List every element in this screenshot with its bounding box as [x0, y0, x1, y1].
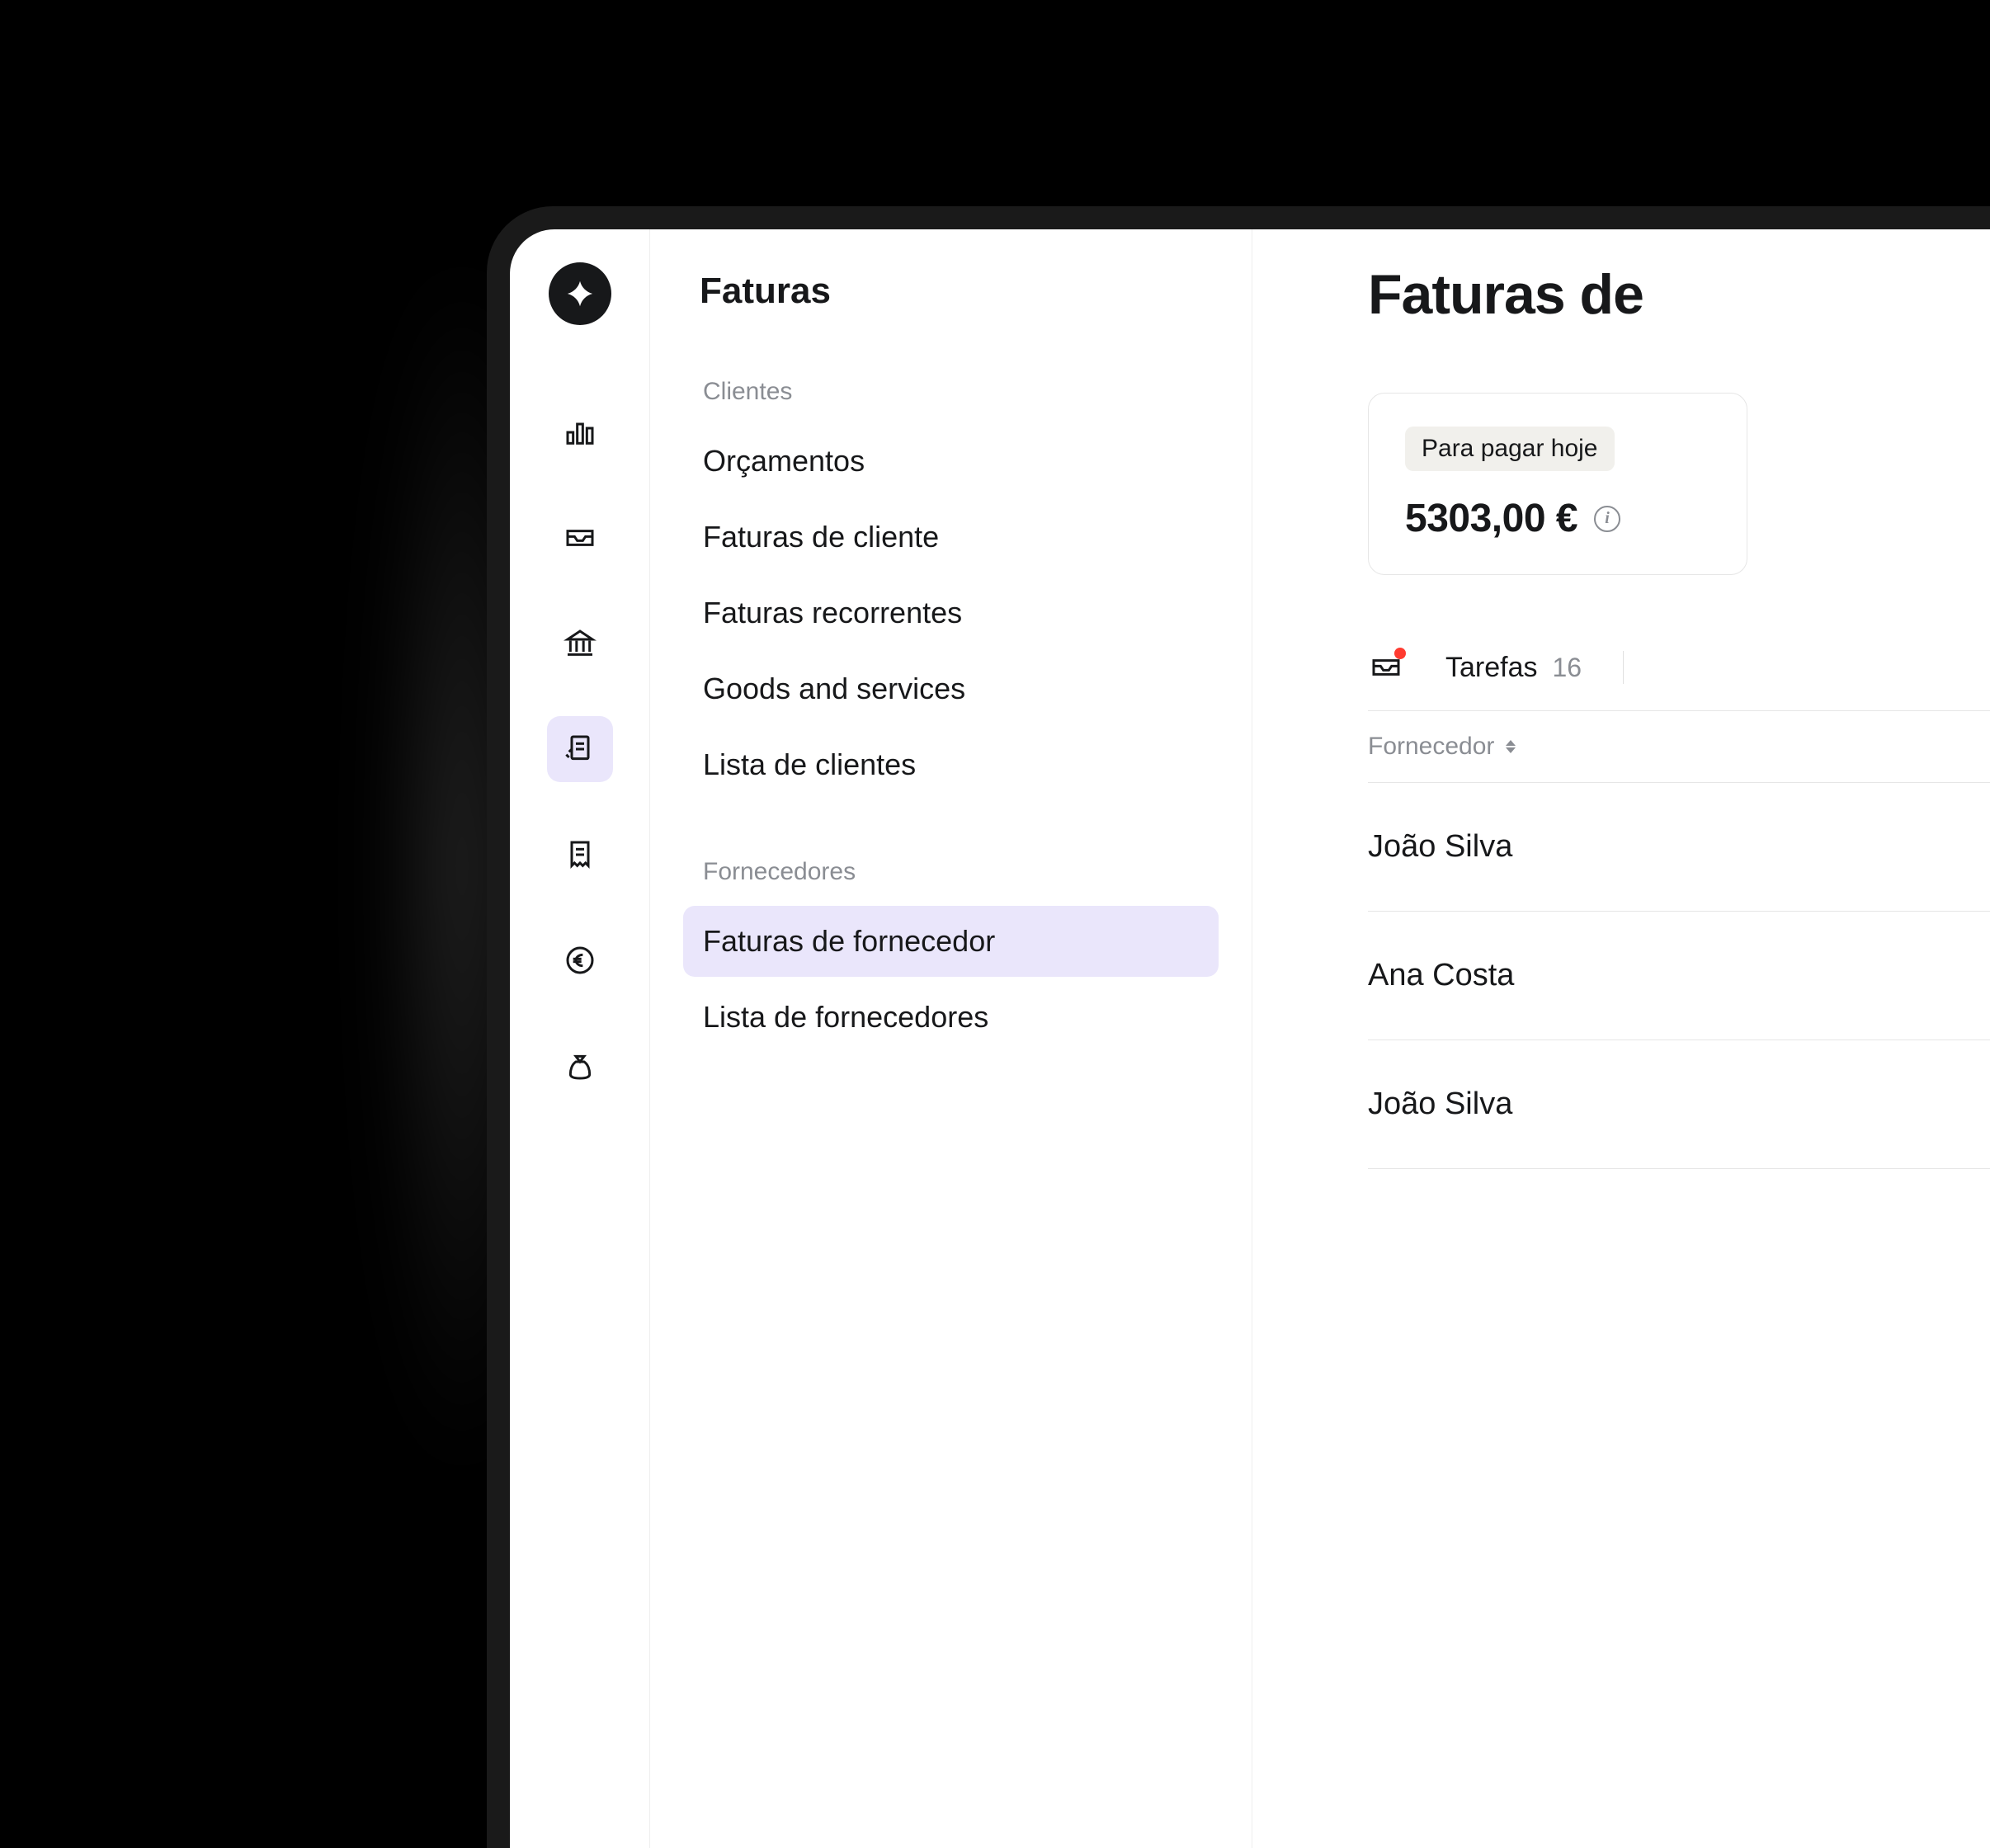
stat-value: 5303,00 €: [1405, 496, 1577, 541]
app-screen: Faturas Clientes Orçamentos Faturas de c…: [510, 229, 1990, 1848]
bag-icon: [564, 1049, 597, 1082]
bank-icon: [564, 627, 597, 660]
column-header-fornecedor: Fornecedor: [1368, 733, 1494, 761]
supplier-name: João Silva: [1368, 829, 1512, 864]
sidebar-item-faturas-cliente[interactable]: Faturas de cliente: [683, 502, 1219, 573]
sidebar-section-label: Fornecedores: [683, 858, 1219, 886]
page-title: Faturas de: [1368, 262, 1990, 327]
sidebar-item-faturas-recorrentes[interactable]: Faturas recorrentes: [683, 578, 1219, 648]
table-header[interactable]: Fornecedor: [1368, 711, 1990, 783]
nav-inbox-icon[interactable]: [547, 505, 613, 571]
sidebar-section-clients: Clientes Orçamentos Faturas de cliente F…: [683, 378, 1219, 800]
notification-dot: [1394, 648, 1406, 659]
tab-tarefas[interactable]: Tarefas 16: [1445, 652, 1582, 684]
sidebar: Faturas Clientes Orçamentos Faturas de c…: [650, 229, 1252, 1848]
sidebar-item-faturas-fornecedor[interactable]: Faturas de fornecedor: [683, 906, 1219, 977]
nav-bank-icon[interactable]: [547, 610, 613, 676]
supplier-name: Ana Costa: [1368, 958, 1514, 992]
nav-document-icon[interactable]: [547, 716, 613, 782]
euro-icon: [564, 944, 597, 977]
sidebar-title: Faturas: [683, 271, 1219, 312]
tab-inbox-icon[interactable]: [1368, 649, 1404, 686]
sidebar-section-fornecedores: Fornecedores Faturas de fornecedor Lista…: [683, 858, 1219, 1053]
chart-icon: [564, 416, 597, 449]
table-row[interactable]: João Silva: [1368, 1040, 1990, 1169]
table-row[interactable]: João Silva: [1368, 783, 1990, 912]
nav-euro-icon[interactable]: [547, 927, 613, 993]
logo-icon: [564, 278, 596, 309]
receipt-icon: [564, 838, 597, 871]
inbox-icon: [564, 521, 597, 554]
sidebar-item-lista-fornecedores[interactable]: Lista de fornecedores: [683, 982, 1219, 1053]
stat-card: Para pagar hoje 5303,00 € i: [1368, 393, 1747, 575]
nav-receipt-icon[interactable]: [547, 822, 613, 888]
app-logo[interactable]: [549, 262, 611, 325]
nav-bag-icon[interactable]: [547, 1033, 613, 1099]
tab-count: 16: [1553, 653, 1582, 683]
table-row[interactable]: Ana Costa: [1368, 912, 1990, 1040]
tab-divider: [1623, 651, 1624, 684]
sidebar-item-goods-services[interactable]: Goods and services: [683, 653, 1219, 724]
tab-label: Tarefas: [1445, 652, 1538, 684]
stat-label: Para pagar hoje: [1405, 427, 1615, 471]
sidebar-section-label: Clientes: [683, 378, 1219, 406]
document-icon: [564, 733, 597, 766]
tabs-row: Tarefas 16: [1368, 649, 1990, 711]
nav-chart-icon[interactable]: [547, 399, 613, 465]
device-frame: Faturas Clientes Orçamentos Faturas de c…: [487, 206, 1990, 1848]
sidebar-item-orcamentos[interactable]: Orçamentos: [683, 426, 1219, 497]
sidebar-item-lista-clientes[interactable]: Lista de clientes: [683, 729, 1219, 800]
main-content: Faturas de Para pagar hoje 5303,00 € i: [1252, 229, 1990, 1848]
info-icon[interactable]: i: [1594, 506, 1620, 532]
sort-icon: [1506, 740, 1516, 753]
supplier-name: João Silva: [1368, 1087, 1512, 1121]
icon-rail: [510, 229, 650, 1848]
